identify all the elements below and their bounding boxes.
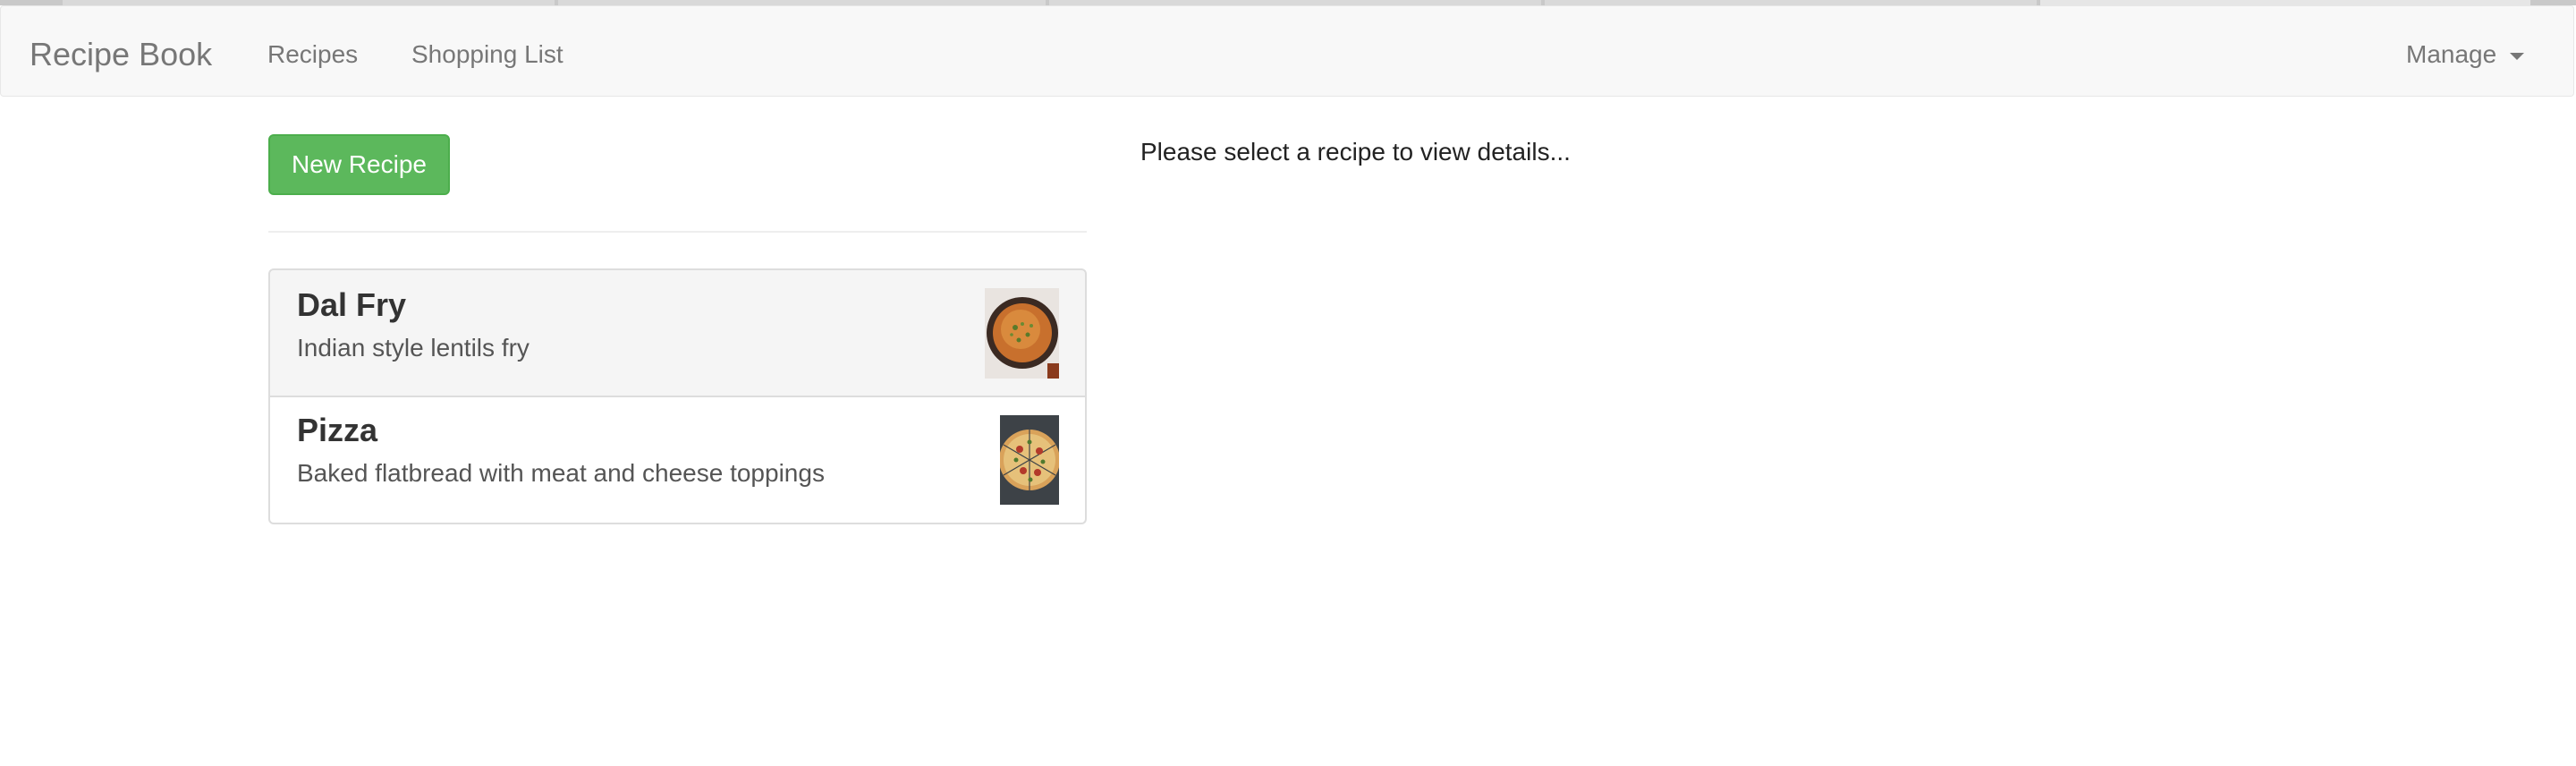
recipe-description: Baked flatbread with meat and cheese top…: [297, 459, 825, 487]
brand-link[interactable]: Recipe Book: [30, 37, 212, 72]
recipe-list-item-pizza[interactable]: Pizza Baked flatbread with meat and chee…: [268, 397, 1087, 524]
new-recipe-button[interactable]: New Recipe: [268, 134, 450, 195]
detail-placeholder-text: Please select a recipe to view details..…: [1140, 138, 1571, 166]
manage-dropdown-toggle[interactable]: Manage: [2406, 40, 2496, 69]
nav-link-recipes[interactable]: Recipes: [267, 40, 358, 69]
recipe-name: Dal Fry: [297, 286, 407, 323]
recipe-name: Pizza: [297, 412, 378, 448]
recipe-list: Dal Fry Indian style lentils fry Pizza B…: [268, 268, 1087, 524]
horizontal-divider: [268, 231, 1087, 233]
recipe-thumbnail: [985, 288, 1059, 379]
recipe-list-item-dal-fry[interactable]: Dal Fry Indian style lentils fry: [268, 268, 1087, 397]
caret-down-icon[interactable]: [2510, 53, 2524, 60]
bowl-of-dal-image: [985, 288, 1059, 379]
recipe-thumbnail: [1000, 415, 1059, 505]
pizza-image: [1000, 415, 1059, 505]
recipe-description: Indian style lentils fry: [297, 334, 530, 362]
nav-link-shopping-list[interactable]: Shopping List: [411, 40, 564, 69]
top-navbar: Recipe Book Recipes Shopping List Manage: [0, 5, 2574, 97]
